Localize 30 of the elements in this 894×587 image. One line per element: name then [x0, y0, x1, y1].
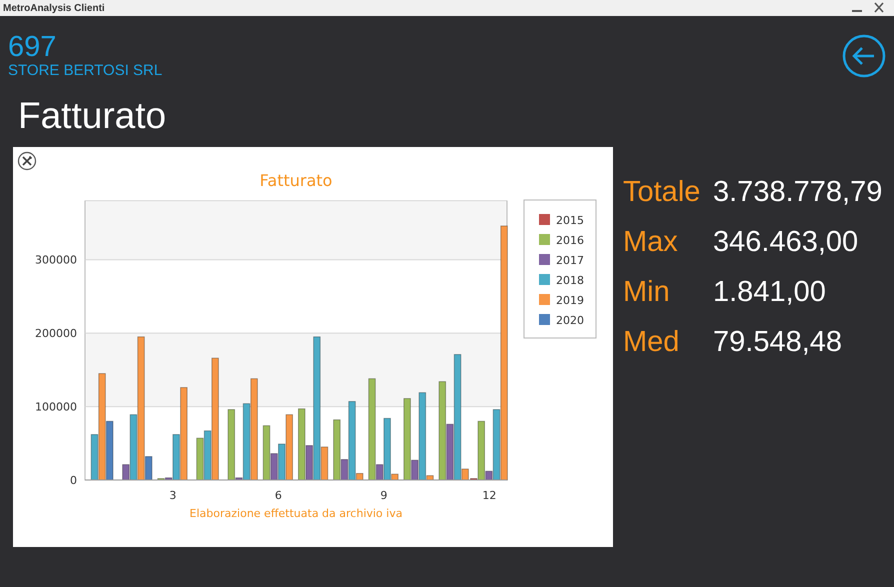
chart-title: Fatturato [260, 171, 332, 190]
stat-label: Min [623, 276, 671, 308]
legend-label: 2020 [556, 314, 584, 327]
customer-code: 697 [8, 32, 58, 62]
legend-label: 2019 [556, 294, 584, 307]
stat-label: Totale [623, 176, 702, 208]
stat-value: 3.738.778,79 [713, 176, 882, 208]
window-title: MetroAnalysis Clienti [3, 2, 105, 14]
stat-value: 1.841,00 [713, 276, 826, 308]
x-tick-label: 9 [380, 489, 388, 502]
y-tick-label: 300000 [35, 254, 77, 267]
stat-label: Max [623, 226, 679, 258]
stat-value: 79.548,48 [713, 326, 842, 358]
y-tick-label: 0 [70, 474, 77, 487]
tools-icon[interactable] [17, 151, 37, 171]
legend-label: 2017 [556, 254, 584, 267]
customer-name: STORE BERTOSI SRL [8, 62, 162, 80]
legend-label: 2018 [556, 274, 584, 287]
legend-label: 2015 [556, 214, 584, 227]
x-tick-label: 6 [274, 489, 282, 502]
stat-value: 346.463,00 [713, 226, 858, 258]
y-tick-label: 100000 [35, 400, 77, 414]
x-tick-label: 12 [482, 489, 496, 502]
x-tick-label: 3 [169, 489, 176, 502]
legend-label: 2016 [556, 234, 584, 247]
y-tick-label: 200000 [35, 327, 77, 340]
stat-label: Med [623, 326, 680, 358]
back-icon[interactable] [842, 34, 886, 78]
page-title: Fatturato [18, 94, 168, 138]
x-axis-title: Elaborazione effettuata da archivio iva [190, 507, 402, 520]
